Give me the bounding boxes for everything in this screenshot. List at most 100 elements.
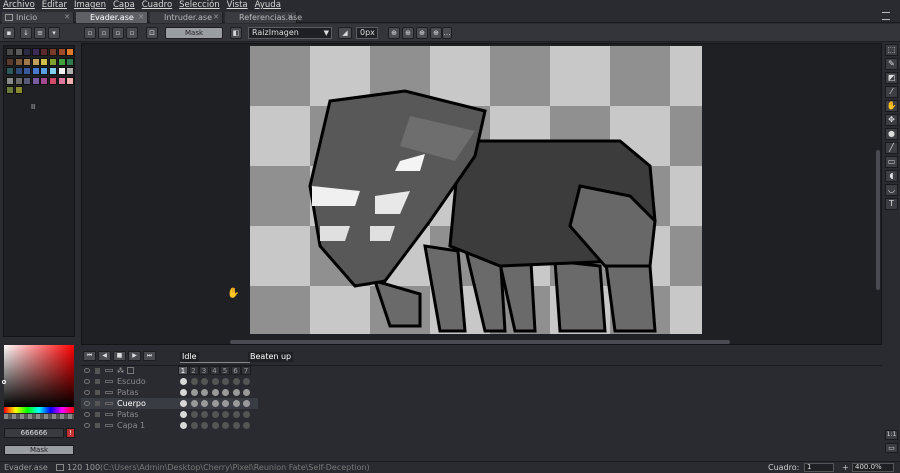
eye-icon[interactable] [84,379,90,384]
palette-swatch[interactable] [57,76,66,85]
link-icon[interactable] [105,413,113,416]
layer-row[interactable]: Escudo [81,376,258,387]
cel[interactable] [180,389,187,396]
cel[interactable] [232,400,240,407]
contour-tool-icon[interactable]: ◖ [885,170,898,182]
mask-color-button[interactable]: Mask [4,445,74,455]
palette-swatch[interactable] [14,48,23,56]
palette-swatch[interactable] [31,48,40,56]
palette-swatch[interactable] [23,76,32,85]
menu-icon[interactable]: ≡ [34,27,46,39]
pixel-perfect-icon[interactable]: ⊡ [146,27,158,39]
palette-swatch[interactable] [6,67,14,75]
lock-icon[interactable] [95,423,100,428]
palette-swatch[interactable] [14,76,23,85]
marquee-tool-icon[interactable]: ⬚ [885,44,898,56]
cel[interactable] [232,389,240,396]
fill-tool-icon[interactable]: ● [885,128,898,140]
color-spectrum[interactable] [4,345,74,407]
close-icon[interactable]: ✕ [64,12,70,23]
lock-icon[interactable] [95,368,100,374]
lock-icon[interactable] [95,390,100,395]
link-icon[interactable] [105,424,113,427]
next-frame-icon[interactable]: ▶ [128,351,141,361]
alpha-slider[interactable] [4,414,74,419]
close-icon[interactable]: ✕ [138,12,144,23]
line-tool-icon[interactable]: ╱ [885,142,898,154]
eyedropper-tool-icon[interactable]: ⁄ [885,86,898,98]
vertical-scrollbar[interactable] [876,150,880,290]
tab-inicio[interactable]: Inicio ✕ [2,12,74,23]
lock-icon[interactable] [95,412,100,417]
frame-header[interactable]: 5 [220,366,230,375]
frame-header[interactable]: 3 [199,366,209,375]
cel[interactable] [201,389,208,396]
stop-icon[interactable]: ■ [113,351,126,361]
cel[interactable] [211,411,219,418]
cel[interactable] [222,389,229,396]
tab-intruder[interactable]: Intruder.ase ✕ [150,12,223,23]
move-tool-icon[interactable]: ✥ [885,114,898,126]
more-options-icon[interactable]: … [442,27,452,39]
cel[interactable] [243,411,250,418]
palette-swatch[interactable] [57,48,66,56]
lock-icon[interactable] [95,401,100,406]
layer-row[interactable]: Patas [81,387,258,398]
color-cursor-icon[interactable] [2,380,6,384]
frame-header[interactable]: 7 [241,366,251,375]
tab-evader[interactable]: Evader.ase ✕ [76,12,148,23]
hue-slider[interactable] [4,407,74,413]
pivot-h-icon[interactable]: ⊕ [416,27,428,39]
cel[interactable] [211,378,219,385]
layer-row[interactable]: Patas [81,409,258,420]
transparent-color-icon[interactable]: ◧ [230,27,242,39]
palette-swatch[interactable] [49,48,57,56]
layer-row[interactable]: Cuerpo [81,398,258,409]
palette-swatch[interactable] [40,76,49,85]
layer-dropdown[interactable]: RaizImagen ▼ [248,27,332,39]
mask-button[interactable]: Mask [165,27,223,39]
palette-swatch[interactable] [49,57,57,66]
canvas-viewport[interactable]: ✋ [81,43,882,345]
cel[interactable] [211,422,219,429]
zoom-plus-icon[interactable]: + [842,462,849,473]
new-layer-icon[interactable] [127,367,134,374]
palette-swatch[interactable] [6,57,14,66]
cel[interactable] [180,400,187,407]
preview-icon[interactable]: ▭ [885,443,898,453]
eye-icon[interactable] [84,412,90,417]
cel[interactable] [211,389,219,396]
menu-seleccion[interactable]: Selección [179,0,220,11]
eye-icon[interactable] [84,401,90,406]
frame-header[interactable]: 4 [209,366,220,375]
palette-swatch[interactable] [31,67,40,75]
palette-swatch[interactable] [57,67,66,75]
palette-swatch[interactable] [6,48,14,56]
cel[interactable] [180,422,187,429]
palette-swatch[interactable] [49,76,57,85]
palette-swatch[interactable] [23,67,32,75]
offset-field[interactable]: 0px [356,27,378,39]
link-icon[interactable] [105,391,113,394]
eye-icon[interactable] [84,368,90,373]
menu-archivo[interactable]: Archivo [3,0,35,11]
previous-frame-icon[interactable]: ◀ [98,351,111,361]
palette-swatch[interactable] [66,67,75,75]
color-hex-field[interactable]: 666666 [4,428,64,438]
pencil-tool-icon[interactable]: ✎ [885,58,898,70]
frame-input[interactable]: 1 [804,463,834,472]
first-frame-icon[interactable]: ⏮ [83,351,96,361]
palette-swatch[interactable] [40,48,49,56]
eye-icon[interactable] [84,390,90,395]
palette-swatch[interactable] [14,67,23,75]
tag-beaten-up[interactable]: Beaten up [248,352,294,362]
palette-swatch[interactable] [66,57,75,66]
options-icon[interactable]: ▾ [48,27,60,39]
palette-swatch[interactable] [23,57,32,66]
rotation-algorithm-icon[interactable]: ◢ [338,27,352,39]
rectangle-tool-icon[interactable]: ▭ [885,156,898,168]
cel[interactable] [201,400,208,407]
last-frame-icon[interactable]: ⏭ [143,351,156,361]
cel[interactable] [211,400,219,407]
cel[interactable] [190,378,198,385]
